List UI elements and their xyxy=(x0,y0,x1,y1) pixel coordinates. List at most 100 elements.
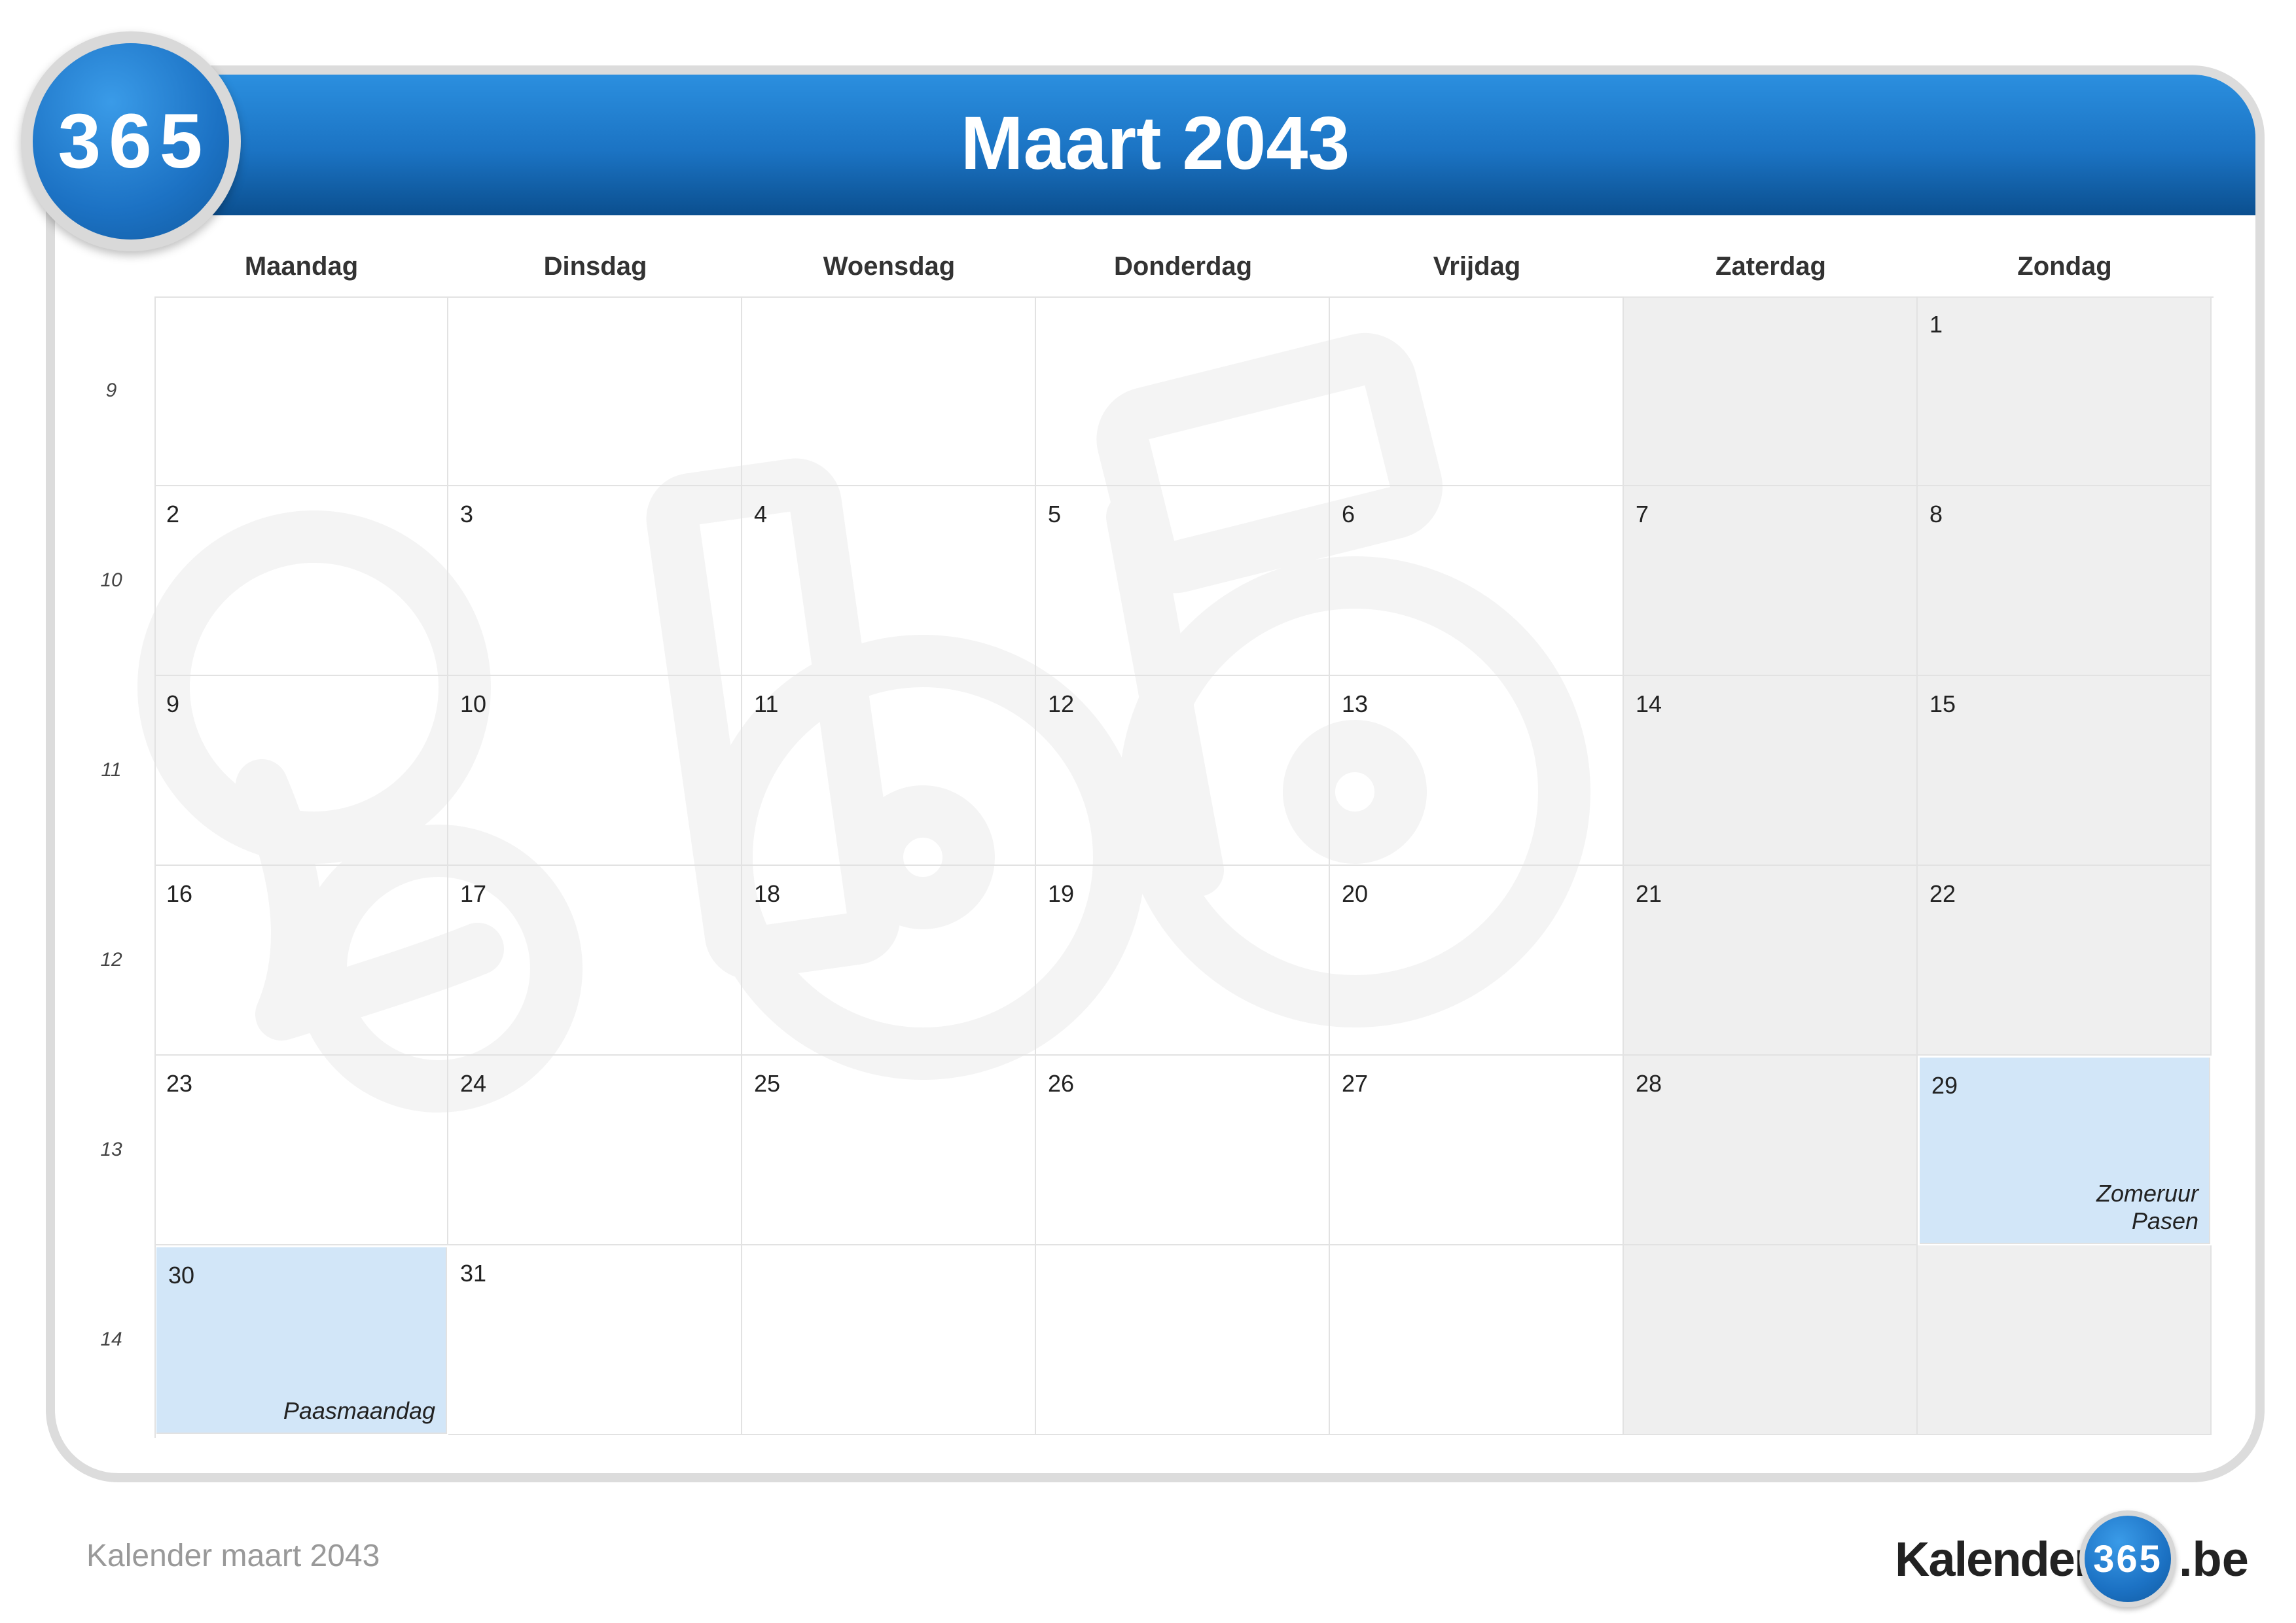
day-number: 16 xyxy=(166,880,193,907)
day-cell[interactable]: 13 xyxy=(1330,676,1624,866)
day-number: 29 xyxy=(1931,1072,1958,1099)
day-cell[interactable]: 23 xyxy=(154,1056,448,1245)
day-cell[interactable]: 3 xyxy=(448,486,742,676)
day-number: 14 xyxy=(1636,690,1662,717)
day-number: 15 xyxy=(1929,690,1956,717)
day-cell[interactable]: 16 xyxy=(154,866,448,1056)
day-number: 28 xyxy=(1636,1070,1662,1097)
week-number: 9 xyxy=(105,380,117,401)
month-title: Maart 2043 xyxy=(960,101,1350,185)
day-cell[interactable] xyxy=(1036,296,1330,486)
brand-be-text: .be xyxy=(2179,1532,2249,1586)
week-number: 11 xyxy=(101,759,122,781)
day-cell[interactable] xyxy=(1624,1245,1918,1435)
day-number: 27 xyxy=(1342,1070,1369,1097)
day-cell[interactable]: 10 xyxy=(448,676,742,866)
day-number: 7 xyxy=(1636,501,1649,527)
weekday-header-sunday: Zondag xyxy=(2017,252,2112,281)
day-number: 3 xyxy=(460,501,474,527)
week-number: 10 xyxy=(100,569,122,591)
brand-kalender-text: Kalender xyxy=(1895,1532,2093,1586)
day-cell[interactable]: 19 xyxy=(1036,866,1330,1056)
weekday-header-thursday: Donderdag xyxy=(1113,252,1253,281)
day-number: 19 xyxy=(1048,880,1075,907)
day-number: 20 xyxy=(1342,880,1369,907)
day-number: 8 xyxy=(1929,501,1943,527)
day-cell[interactable]: 18 xyxy=(742,866,1036,1056)
day-events: Paasmaandag xyxy=(283,1397,435,1425)
calendar-header: Maart 2043 xyxy=(55,75,2255,215)
day-cell[interactable]: 12 xyxy=(1036,676,1330,866)
day-number: 30 xyxy=(168,1262,195,1289)
day-cell[interactable]: 6 xyxy=(1330,486,1624,676)
day-cell[interactable]: 5 xyxy=(1036,486,1330,676)
day-number: 22 xyxy=(1929,880,1956,907)
day-cell[interactable] xyxy=(1330,1245,1624,1435)
day-cell[interactable]: 11 xyxy=(742,676,1036,866)
weekday-header-monday: Maandag xyxy=(244,252,359,281)
event-label: Paasmaandag xyxy=(283,1397,435,1424)
day-cell[interactable]: 9 xyxy=(154,676,448,866)
day-cell[interactable] xyxy=(448,296,742,486)
day-cell[interactable]: 4 xyxy=(742,486,1036,676)
day-number: 17 xyxy=(460,880,487,907)
brand-365-badge: 365 xyxy=(2079,1510,2176,1607)
brand-365-circle: 365 xyxy=(2085,1516,2171,1602)
day-number: 5 xyxy=(1048,501,1062,527)
day-number: 31 xyxy=(460,1260,487,1287)
event-label: Zomeruur xyxy=(2096,1180,2198,1207)
day-number: 12 xyxy=(1048,690,1075,717)
footer-caption: Kalender maart 2043 xyxy=(86,1539,380,1573)
day-cell[interactable]: 17 xyxy=(448,866,742,1056)
day-cell[interactable] xyxy=(1036,1245,1330,1435)
day-cell[interactable]: 28 xyxy=(1624,1056,1918,1245)
weekday-header-saturday: Zaterdag xyxy=(1715,252,1826,281)
day-number: 6 xyxy=(1342,501,1355,527)
event-label: Pasen xyxy=(2131,1207,2198,1234)
day-cell[interactable] xyxy=(154,296,448,486)
day-number: 21 xyxy=(1636,880,1662,907)
day-cell[interactable] xyxy=(1918,1245,2212,1435)
day-number: 23 xyxy=(166,1070,193,1097)
day-cell[interactable]: 15 xyxy=(1918,676,2212,866)
day-cell[interactable] xyxy=(742,1245,1036,1435)
day-cell[interactable]: 25 xyxy=(742,1056,1036,1245)
kalender365-brand-logo[interactable]: Kalender 365 .be xyxy=(1895,1505,2249,1610)
day-cell[interactable]: 26 xyxy=(1036,1056,1330,1245)
day-number: 18 xyxy=(754,880,781,907)
weekday-header-friday: Vrijdag xyxy=(1433,252,1521,281)
day-number: 2 xyxy=(166,501,180,527)
day-cell[interactable]: 31 xyxy=(448,1245,742,1435)
day-cell[interactable]: 24 xyxy=(448,1056,742,1245)
day-number: 24 xyxy=(460,1070,487,1097)
day-cell[interactable] xyxy=(742,296,1036,486)
day-events: Zomeruur Pasen xyxy=(2096,1180,2198,1235)
day-cell[interactable]: 30 Paasmaandag xyxy=(156,1247,447,1434)
day-cell[interactable]: 22 xyxy=(1918,866,2212,1056)
day-number: 11 xyxy=(754,690,779,717)
day-number: 4 xyxy=(754,501,768,527)
day-cell[interactable] xyxy=(1624,296,1918,486)
week-number: 13 xyxy=(100,1139,122,1160)
day-cell[interactable]: 8 xyxy=(1918,486,2212,676)
logo-365-circle: 365 xyxy=(33,43,229,240)
day-cell[interactable]: 2 xyxy=(154,486,448,676)
day-cell[interactable]: 20 xyxy=(1330,866,1624,1056)
day-number: 13 xyxy=(1342,690,1369,717)
weekday-header-wednesday: Woensdag xyxy=(823,252,956,281)
day-cell[interactable]: 14 xyxy=(1624,676,1918,866)
day-number: 26 xyxy=(1048,1070,1075,1097)
day-cell[interactable]: 7 xyxy=(1624,486,1918,676)
day-number: 25 xyxy=(754,1070,781,1097)
day-cell[interactable]: 29 Zomeruur Pasen xyxy=(1920,1058,2210,1244)
day-cell[interactable]: 1 xyxy=(1918,296,2212,486)
day-cell[interactable]: 21 xyxy=(1624,866,1918,1056)
day-cell[interactable] xyxy=(1330,296,1624,486)
weekday-header-tuesday: Dinsdag xyxy=(543,252,647,281)
day-number: 10 xyxy=(460,690,487,717)
logo-365-badge: 365 xyxy=(21,31,241,251)
day-number: 9 xyxy=(166,690,180,717)
week-number: 12 xyxy=(100,949,122,971)
day-cell[interactable]: 27 xyxy=(1330,1056,1624,1245)
brand-365-text: 365 xyxy=(2093,1537,2162,1580)
